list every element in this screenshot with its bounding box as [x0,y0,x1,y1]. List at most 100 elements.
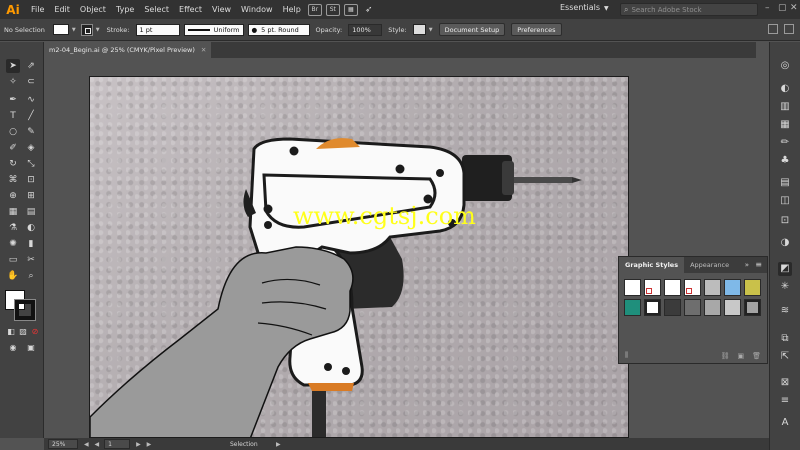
menu-view[interactable]: View [207,0,236,19]
menu-edit[interactable]: Edit [49,0,75,19]
links-icon[interactable]: ⊠ [778,376,792,390]
symbols-icon[interactable]: ♣ [778,154,792,168]
stroke-color-box[interactable] [14,299,36,321]
zoom-level-field[interactable]: 25% [48,439,78,449]
chevron-down-icon[interactable]: ▼ [96,27,100,33]
collapse-panel-icon[interactable]: » [745,261,749,269]
graphic-style-swatch[interactable] [704,279,721,296]
menu-file[interactable]: File [26,0,49,19]
variable-width-profile[interactable]: Uniform [183,23,244,36]
brushes-icon[interactable]: ✏ [778,136,792,150]
bridge-icon[interactable]: Br [307,3,322,16]
blend-tool-icon[interactable]: ◐ [24,221,38,235]
opacity-field[interactable]: 100% [348,23,383,36]
eraser-icon[interactable]: ◈ [24,141,38,155]
graphic-style-swatch[interactable] [744,299,761,316]
opacity-label[interactable]: Opacity: [312,26,347,34]
symbol-sprayer-icon[interactable]: ✺ [6,237,20,251]
menu-help[interactable]: Help [278,0,306,19]
scale-tool-icon[interactable]: ⤡ [24,157,38,171]
mesh-tool-icon[interactable]: ▦ [6,205,20,219]
graphic-styles-icon[interactable]: ◩ [778,262,792,276]
menu-select[interactable]: Select [139,0,174,19]
stock-icon[interactable]: St [325,3,340,16]
none-mode-icon[interactable]: ⊘ [28,325,42,339]
artboard-tool-icon[interactable]: ▭ [6,253,20,267]
next-artboard-icon[interactable]: ▶ ▶ [136,441,153,448]
artboard[interactable]: www.cgtsj.com [89,76,629,438]
appearance-icon[interactable]: ✳ [778,280,792,294]
curvature-tool-icon[interactable]: ∿ [24,93,38,107]
preferences-button[interactable]: Preferences [511,23,562,36]
delete-style-icon[interactable]: 🗑 [752,352,761,360]
graphic-style-swatch[interactable] [644,299,661,316]
fill-color-swatch[interactable] [52,24,69,35]
paintbrush-icon[interactable]: ✎ [24,125,38,139]
graphic-style-swatch[interactable] [724,299,741,316]
graphic-style-swatch[interactable] [744,279,761,296]
graphic-style-swatch[interactable] [624,279,641,296]
zoom-tool-icon[interactable]: ⌕ [24,269,38,283]
line-segment-icon[interactable]: ╱ [24,109,38,123]
chevron-down-icon[interactable]: ▼ [72,27,76,33]
gradient-tool-icon[interactable]: ▤ [24,205,38,219]
graphic-style-swatch[interactable] [724,279,741,296]
free-transform-icon[interactable]: ⊡ [24,173,38,187]
menu-window[interactable]: Window [236,0,278,19]
break-link-icon[interactable]: ⛓ [721,352,730,360]
graphic-style-swatch[interactable] [664,279,681,296]
color-guide-icon[interactable]: ▥ [778,100,792,114]
shaper-tool-icon[interactable]: ✐ [6,141,20,155]
swatches-icon[interactable]: ▦ [778,118,792,132]
brush-definition[interactable]: ● 5 pt. Round [247,23,310,36]
tab-graphic-styles[interactable]: Graphic Styles [619,257,685,273]
graphic-style-swatch[interactable] [412,24,426,35]
gpu-performance-icon[interactable]: ➶ [362,4,376,16]
rotate-tool-icon[interactable]: ↻ [6,157,20,171]
cc-libraries-icon[interactable]: ◎ [778,59,792,73]
transform-icon[interactable]: ⊡ [778,214,792,228]
arrange-documents-icon[interactable]: ▦ [343,3,358,16]
menu-object[interactable]: Object [75,0,111,19]
draw-mode-icon[interactable]: ◉ [6,341,20,355]
selection-tool-icon[interactable]: ➤ [6,59,20,73]
stock-search-input[interactable]: ⌕ Search Adobe Stock [620,3,758,16]
color-panel-icon[interactable]: ◐ [778,82,792,96]
shape-builder-icon[interactable]: ⊕ [6,189,20,203]
drill-illustration[interactable] [90,77,629,438]
align-panel-icon[interactable]: ▤ [778,176,792,190]
perspective-grid-icon[interactable]: ⊞ [24,189,38,203]
artboard-number-field[interactable]: 1 [104,439,131,449]
chevron-right-icon[interactable]: ▶ [276,441,281,448]
lasso-icon[interactable]: ⊂ [24,75,38,89]
close-icon[interactable]: ✕ [790,3,798,13]
ellipse-tool-icon[interactable]: ○ [6,125,20,139]
panel-menu-icon[interactable]: ≡ [755,260,762,269]
graphic-style-swatch[interactable] [684,299,701,316]
stroke-color-swatch[interactable] [80,23,93,36]
eyedropper-icon[interactable]: ⚗ [6,221,20,235]
graphic-style-swatch[interactable] [644,279,661,296]
character-panel-icon[interactable]: A [778,416,792,430]
direct-selection-tool-icon[interactable]: ⇗ [24,59,38,73]
magic-wand-icon[interactable]: ✧ [6,75,20,89]
maximize-icon[interactable]: ▢ [778,3,787,13]
style-libraries-icon[interactable]: ⫼ [625,351,628,360]
transparency-icon[interactable]: ◑ [778,236,792,250]
stroke-panel-icon[interactable]: ≡ [778,394,792,408]
graphic-style-swatch[interactable] [704,299,721,316]
panel-menu-icon[interactable] [784,24,794,34]
artboards-icon[interactable]: ⧉ [778,332,792,346]
width-tool-icon[interactable]: ⌘ [6,173,20,187]
pathfinder-icon[interactable]: ◫ [778,194,792,208]
document-setup-button[interactable]: Document Setup [438,23,506,36]
slice-tool-icon[interactable]: ✂ [24,253,38,267]
graphic-style-swatch[interactable] [684,279,701,296]
menu-type[interactable]: Type [111,0,139,19]
workspace-switcher[interactable]: Essentials ▼ [560,3,609,12]
asset-export-icon[interactable]: ⇱ [778,350,792,364]
close-tab-icon[interactable]: ✕ [201,46,206,54]
document-tab[interactable]: m2-04_Begin.ai @ 25% (CMYK/Pixel Preview… [44,42,212,58]
stroke-weight-field[interactable]: 1 pt [135,23,180,36]
hand-tool-icon[interactable]: ✋ [6,269,20,283]
